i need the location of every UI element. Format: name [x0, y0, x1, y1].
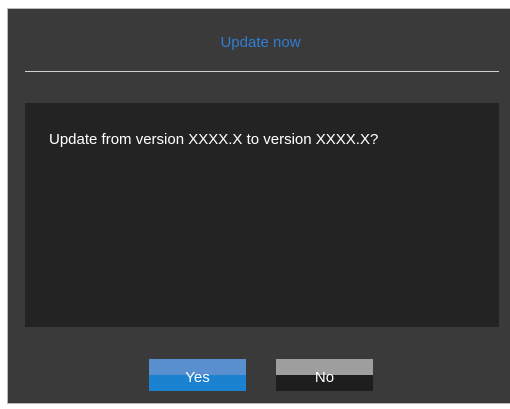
no-button[interactable]: No	[276, 359, 373, 391]
yes-button-label: Yes	[185, 369, 210, 386]
message-panel: Update from version XXXX.X to version XX…	[25, 103, 499, 327]
yes-button[interactable]: Yes	[149, 359, 246, 391]
update-message: Update from version XXXX.X to version XX…	[49, 131, 379, 148]
update-dialog: Update now Update from version XXXX.X to…	[7, 8, 510, 404]
title-divider	[25, 71, 499, 72]
no-button-label: No	[314, 369, 335, 386]
dialog-title: Update now	[220, 34, 301, 51]
